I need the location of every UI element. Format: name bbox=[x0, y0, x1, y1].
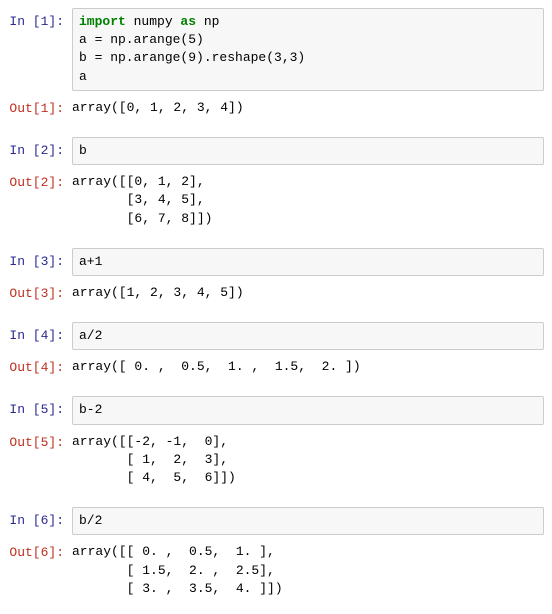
input-prompt: In [6]: bbox=[8, 507, 72, 535]
code-line: a bbox=[79, 68, 537, 86]
code-line: a+1 bbox=[79, 253, 537, 271]
output-prompt: Out[5]: bbox=[8, 429, 72, 492]
code-line: import numpy as np bbox=[79, 13, 537, 31]
code-line: a = np.arange(5) bbox=[79, 31, 537, 49]
output-text: array([0, 1, 2, 3, 4]) bbox=[72, 95, 544, 121]
output-text: array([[0, 1, 2], [3, 4, 5], [6, 7, 8]]) bbox=[72, 169, 544, 232]
output-text: array([[-2, -1, 0], [ 1, 2, 3], [ 4, 5, … bbox=[72, 429, 544, 492]
output-text: array([1, 2, 3, 4, 5]) bbox=[72, 280, 544, 306]
output-text: array([[ 0. , 0.5, 1. ], [ 1.5, 2. , 2.5… bbox=[72, 539, 544, 602]
input-prompt: In [4]: bbox=[8, 322, 72, 350]
input-cell: In [2]: b bbox=[8, 137, 544, 165]
code-box[interactable]: a+1 bbox=[72, 248, 544, 276]
input-cell: In [1]:import numpy as npa = np.arange(5… bbox=[8, 8, 544, 91]
output-cell: Out[1]:array([0, 1, 2, 3, 4]) bbox=[8, 95, 544, 121]
input-prompt: In [2]: bbox=[8, 137, 72, 165]
keyword-as: as bbox=[180, 14, 196, 29]
keyword-import: import bbox=[79, 14, 126, 29]
input-prompt: In [3]: bbox=[8, 248, 72, 276]
code-box[interactable]: b-2 bbox=[72, 396, 544, 424]
cell-gap bbox=[8, 236, 544, 248]
output-cell: Out[5]:array([[-2, -1, 0], [ 1, 2, 3], [… bbox=[8, 429, 544, 492]
output-prompt: Out[4]: bbox=[8, 354, 72, 380]
output-cell: Out[2]:array([[0, 1, 2], [3, 4, 5], [6, … bbox=[8, 169, 544, 232]
output-text: array([ 0. , 0.5, 1. , 1.5, 2. ]) bbox=[72, 354, 544, 380]
code-box[interactable]: import numpy as npa = np.arange(5)b = np… bbox=[72, 8, 544, 91]
input-cell: In [6]: b/2 bbox=[8, 507, 544, 535]
output-prompt: Out[2]: bbox=[8, 169, 72, 232]
output-prompt: Out[3]: bbox=[8, 280, 72, 306]
cell-gap bbox=[8, 310, 544, 322]
code-line: b-2 bbox=[79, 401, 537, 419]
input-cell: In [5]: b-2 bbox=[8, 396, 544, 424]
output-cell: Out[6]:array([[ 0. , 0.5, 1. ], [ 1.5, 2… bbox=[8, 539, 544, 602]
code-line: b bbox=[79, 142, 537, 160]
output-prompt: Out[1]: bbox=[8, 95, 72, 121]
code-box[interactable]: b/2 bbox=[72, 507, 544, 535]
code-line: b = np.arange(9).reshape(3,3) bbox=[79, 49, 537, 67]
code-box[interactable]: a/2 bbox=[72, 322, 544, 350]
cell-gap bbox=[8, 495, 544, 507]
notebook-root: In [1]:import numpy as npa = np.arange(5… bbox=[8, 8, 544, 602]
output-cell: Out[3]:array([1, 2, 3, 4, 5]) bbox=[8, 280, 544, 306]
input-prompt: In [5]: bbox=[8, 396, 72, 424]
code-line: b/2 bbox=[79, 512, 537, 530]
code-text: np bbox=[196, 14, 219, 29]
output-cell: Out[4]:array([ 0. , 0.5, 1. , 1.5, 2. ]) bbox=[8, 354, 544, 380]
input-cell: In [3]: a+1 bbox=[8, 248, 544, 276]
code-line: a/2 bbox=[79, 327, 537, 345]
cell-gap bbox=[8, 125, 544, 137]
output-prompt: Out[6]: bbox=[8, 539, 72, 602]
input-prompt: In [1]: bbox=[8, 8, 72, 91]
code-text: numpy bbox=[126, 14, 181, 29]
cell-gap bbox=[8, 384, 544, 396]
code-box[interactable]: b bbox=[72, 137, 544, 165]
input-cell: In [4]: a/2 bbox=[8, 322, 544, 350]
